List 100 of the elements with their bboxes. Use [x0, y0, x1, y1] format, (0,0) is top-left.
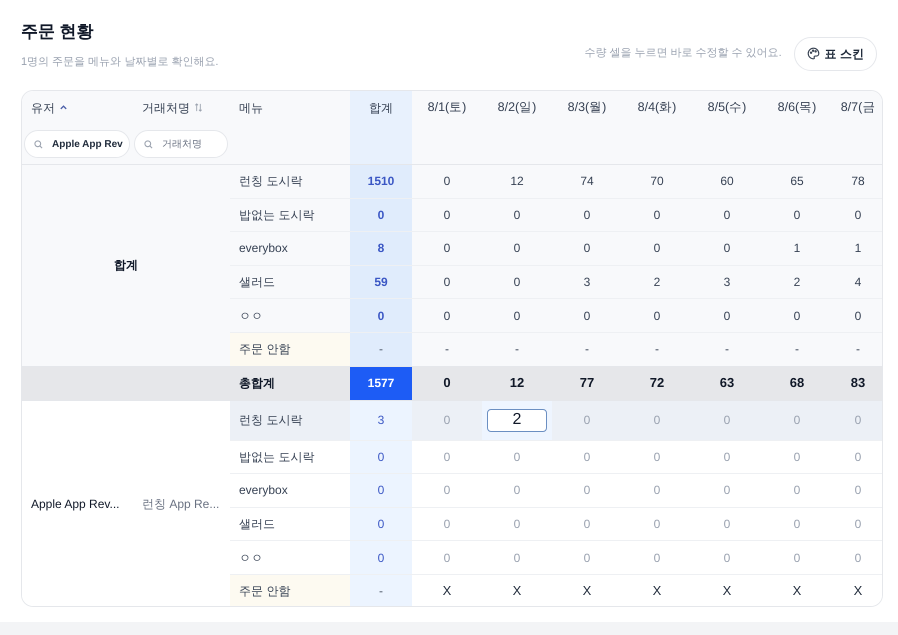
menu-name: ㅇㅇ — [230, 298, 350, 332]
group-label: 합계 — [22, 164, 230, 366]
table-cell[interactable]: 0 — [552, 540, 622, 574]
table-cell: 0 — [350, 298, 412, 332]
column-header[interactable]: 거래처명 — [142, 98, 190, 116]
table-cell[interactable]: 0 — [762, 400, 832, 440]
column-header: 8/1(토) — [428, 100, 466, 114]
table-cell: 1510 — [350, 164, 412, 198]
table-cell[interactable]: 0 — [412, 440, 482, 474]
table-cell[interactable]: 0 — [412, 507, 482, 541]
menu-name: 런칭 도시락 — [230, 400, 350, 440]
table-cell[interactable]: 0 — [762, 440, 832, 474]
table-cell: 0 — [552, 298, 622, 332]
table-cell: 0 — [552, 198, 622, 232]
table-cell: 12 — [482, 164, 552, 198]
table-cell[interactable]: 0 — [412, 474, 482, 508]
menu-name: everybox — [230, 474, 350, 508]
table-cell: 68 — [762, 366, 832, 400]
table-cell: - — [762, 332, 832, 366]
table-cell[interactable]: 0 — [832, 400, 882, 440]
table-cell[interactable]: 0 — [622, 474, 692, 508]
table-cell: 0 — [412, 366, 482, 400]
table-cell: 0 — [412, 232, 482, 266]
edit-hint: 수량 셀을 누르면 바로 수정할 수 있어요. — [584, 46, 782, 62]
search-field[interactable]: 거래처명 — [134, 130, 228, 158]
quantity-input[interactable]: 2 — [487, 408, 547, 432]
table-cell[interactable]: 0 — [832, 440, 882, 474]
table-cell: 0 — [832, 198, 882, 232]
table-cell: - — [412, 332, 482, 366]
table-cell[interactable]: 0 — [552, 440, 622, 474]
table-cell: 70 — [622, 164, 692, 198]
table-cell: 0 — [622, 298, 692, 332]
column-header: 8/5(수) — [708, 100, 746, 114]
table-cell: X — [412, 574, 482, 606]
column-header: 합계 — [369, 100, 393, 114]
menu-name: 샐러드 — [230, 507, 350, 541]
table-cell[interactable]: 0 — [832, 540, 882, 574]
table-cell[interactable]: 0 — [482, 474, 552, 508]
table-cell: - — [350, 574, 412, 606]
table-cell[interactable]: 0 — [762, 540, 832, 574]
column-header: 8/2(일) — [498, 100, 536, 114]
table-cell[interactable]: 0 — [692, 440, 762, 474]
table-cell: 1 — [762, 232, 832, 266]
page-title: 주문 현황 — [21, 21, 95, 43]
table-cell[interactable]: 0 — [622, 400, 692, 440]
table-cell: 0 — [350, 507, 412, 541]
table-cell[interactable]: 0 — [622, 540, 692, 574]
table-cell: - — [692, 332, 762, 366]
table-cell[interactable]: 0 — [692, 474, 762, 508]
table-cell[interactable]: 0 — [412, 400, 482, 440]
table-cell[interactable]: 0 — [482, 440, 552, 474]
table-cell: 0 — [412, 265, 482, 299]
search-field[interactable]: Apple App Rev — [24, 130, 130, 158]
table-cell: 0 — [762, 298, 832, 332]
table-cell: 3 — [552, 265, 622, 299]
menu-name: ㅇㅇ — [230, 540, 350, 574]
table-cell[interactable]: 0 — [482, 507, 552, 541]
table-cell[interactable]: 0 — [762, 474, 832, 508]
table-cell: 4 — [832, 265, 882, 299]
table-cell[interactable]: 0 — [482, 540, 552, 574]
menu-name: 밥없는 도시락 — [230, 198, 350, 232]
table-skin-button[interactable]: 표 스킨 — [794, 36, 877, 70]
table-cell[interactable]: 0 — [692, 540, 762, 574]
table-cell[interactable]: 0 — [552, 474, 622, 508]
table-cell: - — [622, 332, 692, 366]
table-cell: 1577 — [350, 366, 412, 400]
menu-name: 샐러드 — [230, 265, 350, 299]
table-cell: 0 — [350, 474, 412, 508]
table-cell[interactable]: 0 — [692, 400, 762, 440]
table-cell[interactable]: 0 — [412, 540, 482, 574]
menu-name: 런칭 도시락 — [230, 164, 350, 198]
table-cell[interactable]: 0 — [762, 507, 832, 541]
table-cell: 0 — [482, 265, 552, 299]
column-header[interactable]: 유저 — [31, 98, 55, 116]
table-cell[interactable]: 0 — [692, 507, 762, 541]
table-cell[interactable]: 0 — [832, 507, 882, 541]
table-cell: 12 — [482, 366, 552, 400]
table-cell: 0 — [552, 232, 622, 266]
menu-name: 주문 안함 — [230, 332, 350, 366]
table-cell: 0 — [622, 198, 692, 232]
menu-name: 밥없는 도시락 — [230, 440, 350, 474]
table-cell: 0 — [832, 298, 882, 332]
table-cell: 0 — [762, 198, 832, 232]
table-cell: 8 — [350, 232, 412, 266]
table-cell: 0 — [482, 232, 552, 266]
table-cell: - — [350, 332, 412, 366]
table-cell[interactable]: 0 — [552, 507, 622, 541]
table-cell[interactable]: 0 — [622, 507, 692, 541]
table-cell: - — [832, 332, 882, 366]
table-cell: 0 — [412, 298, 482, 332]
table-cell[interactable]: 0 — [552, 400, 622, 440]
table-cell: 59 — [350, 265, 412, 299]
table-cell[interactable]: 0 — [622, 440, 692, 474]
table-cell: 63 — [692, 366, 762, 400]
table-cell[interactable]: 0 — [832, 474, 882, 508]
table-cell: 0 — [412, 198, 482, 232]
table-cell: 0 — [350, 440, 412, 474]
table-cell: 0 — [692, 198, 762, 232]
table-cell: 65 — [762, 164, 832, 198]
user-name: Apple App Rev... — [22, 400, 132, 606]
